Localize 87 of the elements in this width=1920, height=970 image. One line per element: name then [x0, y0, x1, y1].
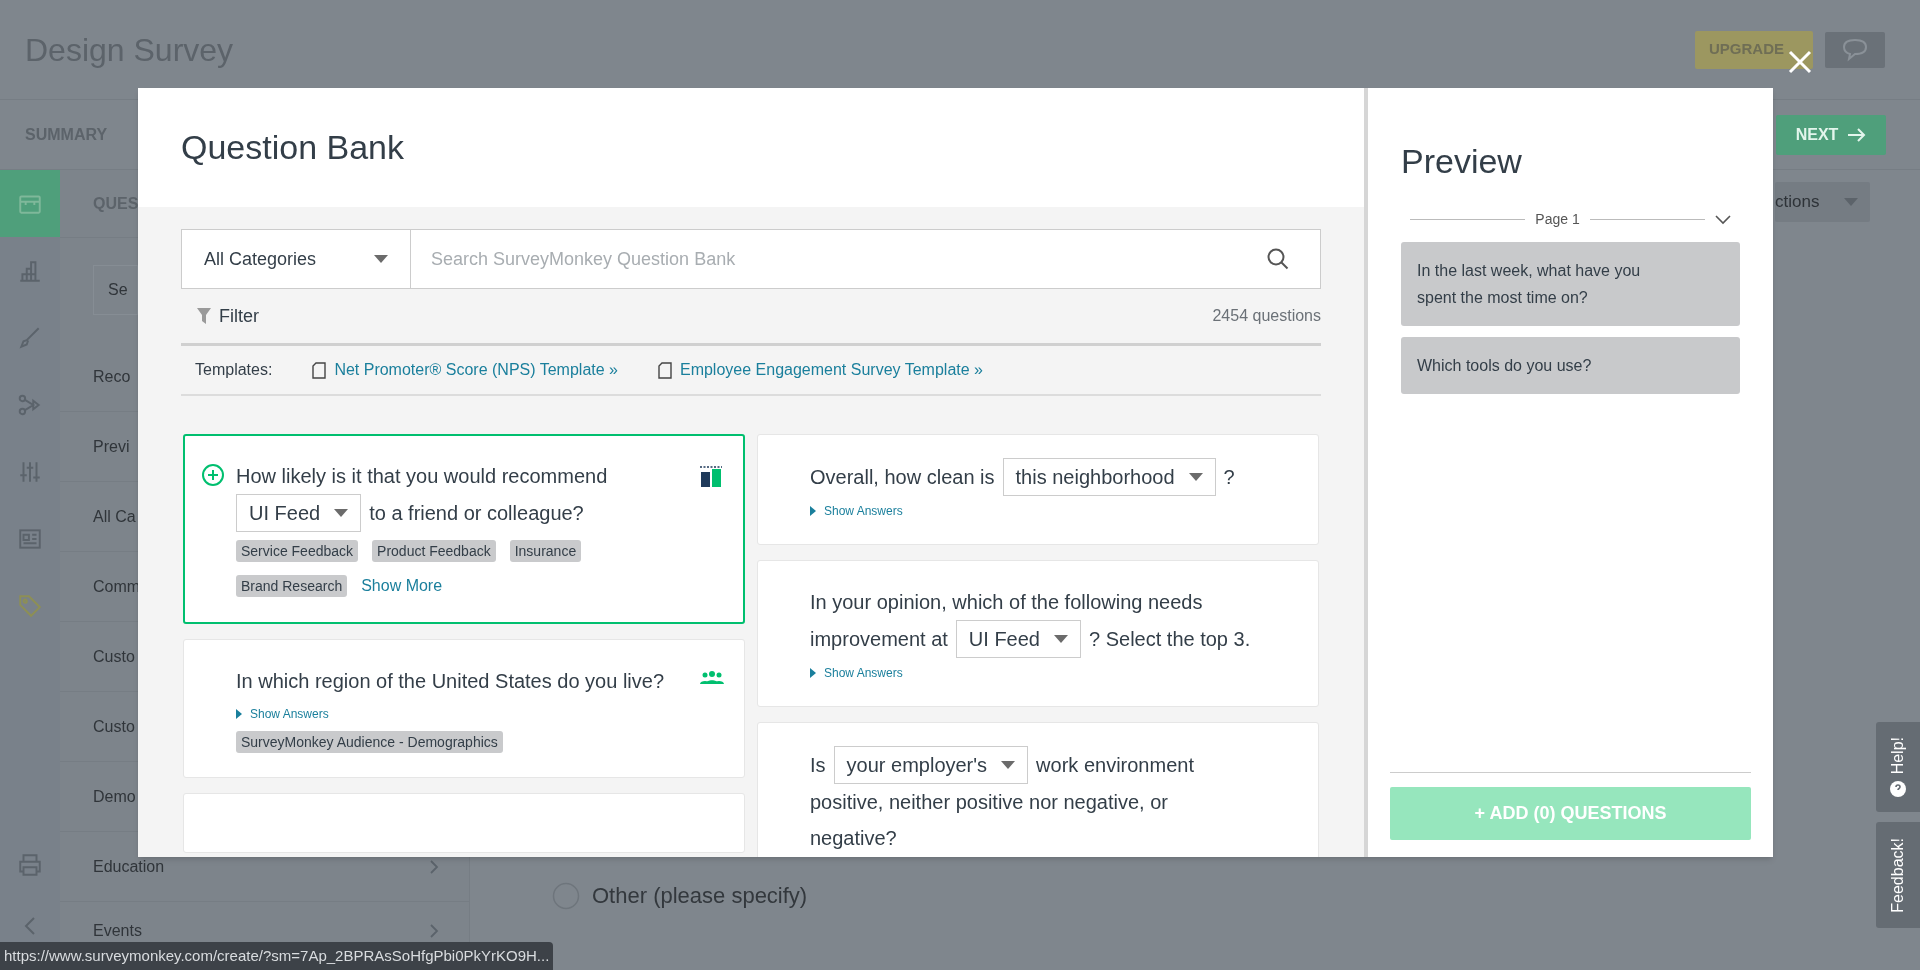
chevron-right-icon — [429, 858, 439, 875]
question-text: How likely is it that you would recommend — [236, 464, 608, 489]
preview-title: Preview — [1401, 142, 1522, 180]
category-item[interactable]: Previ — [93, 434, 130, 459]
show-answers-link[interactable]: Show Answers — [810, 664, 903, 682]
piped-dropdown[interactable]: your employer's — [833, 746, 1029, 784]
caret-icon — [1054, 635, 1068, 643]
category-tag: Service Feedback — [236, 540, 359, 562]
dialog-title: Question Bank — [181, 127, 405, 168]
question-text: ? Select the top 3. — [1089, 627, 1251, 652]
category-item[interactable]: Education — [93, 854, 165, 879]
question-text: ? — [1223, 465, 1235, 490]
question-card[interactable]: Is your employer's work environment positive, neither positive nor negative, or negative? — [757, 722, 1319, 857]
piped-dropdown[interactable]: UI Feed — [236, 494, 362, 532]
filter-button[interactable]: Filter — [197, 302, 259, 330]
category-item[interactable]: Reco — [93, 364, 131, 389]
question-text: Overall, how clean is — [810, 465, 995, 490]
chevron-right-icon — [429, 922, 439, 939]
question-text: negative? — [810, 826, 897, 851]
caret-icon — [1844, 198, 1858, 206]
category-item[interactable]: Custo — [93, 644, 135, 669]
question-card[interactable]: In your opinion, which of the following needs improvement at UI Feed ? Select the top 3. Show Answers — [757, 560, 1319, 707]
status-url: https://www.surveymonkey.com/create/?sm=7Ap_2BPRAsSoHfgPbi0PkYrKO9H... — [0, 942, 554, 970]
triangle-right-icon — [810, 506, 816, 516]
printer-icon[interactable] — [17, 852, 43, 878]
chevron-left-icon[interactable] — [24, 916, 36, 936]
next-button[interactable]: NEXT — [1776, 114, 1886, 155]
question-count: 2454 questions — [1212, 306, 1321, 326]
template-link[interactable]: Employee Engagement Survey Template » — [657, 358, 983, 382]
help-tab[interactable]: Help! — [1876, 722, 1920, 812]
arrow-right-icon — [1848, 127, 1867, 142]
tag-icon[interactable] — [17, 592, 43, 619]
templates-label: Templates: — [195, 360, 273, 380]
show-answers-link[interactable]: Show Answers — [236, 705, 329, 723]
benchmark-bars-icon — [699, 466, 723, 488]
close-button[interactable] — [1786, 48, 1814, 76]
category-tag: Brand Research — [236, 575, 348, 597]
caret-icon — [1001, 761, 1016, 769]
question-card[interactable] — [183, 793, 745, 853]
document-icon — [657, 361, 672, 379]
question-card[interactable]: Overall, how clean is this neighborhood ? Show Answers — [757, 434, 1319, 545]
help-circle-icon — [1890, 780, 1906, 797]
show-more-link[interactable]: Show More — [361, 574, 443, 598]
question-card[interactable]: How likely is it that you would recommend UI Feed to a friend or colleague? Service Feedback Product Feedback Insurance Brand Research Show More — [183, 434, 745, 624]
actions-button[interactable]: ctions — [1775, 182, 1870, 222]
search-bar[interactable]: Search SurveyMonkey Question Bank — [411, 229, 1321, 289]
question-text: to a friend or colleague? — [369, 501, 584, 526]
show-answers-link[interactable]: Show Answers — [810, 502, 903, 520]
triangle-right-icon — [236, 709, 242, 719]
question-text: positive, neither positive nor negative, or — [810, 790, 1168, 815]
category-dropdown[interactable]: All Categories — [181, 229, 411, 289]
caret-icon — [334, 509, 349, 517]
option-label: Other (please specify) — [592, 882, 808, 910]
category-item[interactable]: Demo — [93, 784, 136, 809]
feedback-tab[interactable]: Feedback! — [1876, 822, 1920, 928]
question-text: In your opinion, which of the following needs — [810, 590, 1203, 615]
category-item[interactable]: Custo — [93, 714, 135, 739]
category-tag: Product Feedback — [372, 540, 496, 562]
piped-dropdown[interactable]: this neighborhood — [1002, 458, 1216, 496]
question-text: improvement at — [810, 627, 948, 652]
question-text: Is — [810, 753, 826, 778]
search-field[interactable]: Se — [93, 265, 138, 315]
caret-icon — [374, 255, 388, 263]
people-group-icon — [700, 670, 724, 686]
search-input[interactable]: Search SurveyMonkey Question Bank — [431, 245, 1266, 273]
category-tag: Insurance — [509, 540, 582, 562]
search-icon[interactable] — [1266, 247, 1290, 271]
question-card[interactable]: In which region of the United States do you live? Show Answers SurveyMonkey Audience - Demographics — [183, 639, 745, 778]
chevron-down-icon[interactable] — [1715, 214, 1731, 225]
caret-icon — [1188, 473, 1203, 481]
category-item[interactable]: All Ca — [93, 504, 136, 529]
document-icon — [312, 361, 327, 379]
preview-question[interactable]: In the last week, what have you spent the most time on? — [1401, 242, 1740, 326]
add-circle-icon[interactable] — [201, 463, 225, 487]
category-item[interactable]: Events — [93, 918, 142, 943]
piped-dropdown[interactable]: UI Feed — [955, 620, 1081, 658]
triangle-right-icon — [810, 668, 816, 678]
template-link[interactable]: Net Promoter® Score (NPS) Template » — [312, 358, 618, 382]
close-icon — [1788, 50, 1812, 74]
preview-question[interactable]: Which tools do you use? — [1401, 337, 1740, 394]
funnel-icon — [197, 308, 211, 324]
question-text: In which region of the United States do you live? — [236, 669, 665, 694]
category-tag: SurveyMonkey Audience - Demographics — [236, 731, 503, 753]
page-label: Page 1 — [1535, 210, 1580, 229]
chat-button[interactable] — [1825, 31, 1885, 68]
question-text: work environment — [1036, 753, 1194, 778]
speech-bubble-icon — [1841, 37, 1869, 62]
